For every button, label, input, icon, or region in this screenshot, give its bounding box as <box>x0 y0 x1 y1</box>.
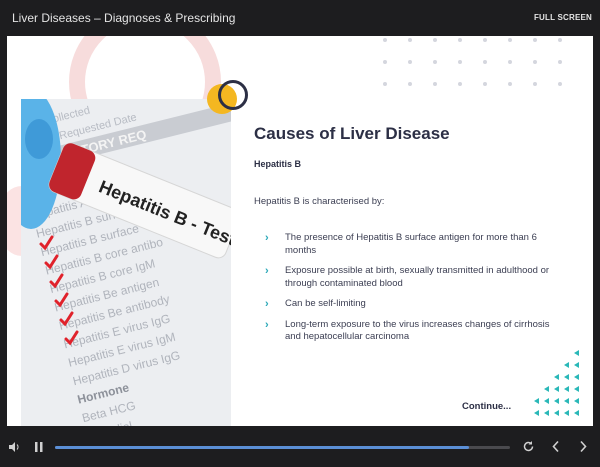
triangle-pattern-decoration <box>534 350 579 416</box>
decor-dot <box>558 82 562 86</box>
decor-triangle <box>574 374 579 380</box>
decor-triangle <box>564 410 569 416</box>
chevron-right-icon: › <box>265 265 269 277</box>
decor-dot <box>433 82 437 86</box>
decor-triangle <box>544 410 549 416</box>
decor-dot <box>533 82 537 86</box>
bullet-item: › Can be self-limiting <box>265 298 555 311</box>
chevron-right-icon: › <box>265 232 269 244</box>
slide: Collected Requested Date RATORY REQ Hepa… <box>7 36 593 426</box>
decor-dot <box>383 60 387 64</box>
decor-dot <box>483 38 487 42</box>
decor-triangle <box>544 386 549 392</box>
decor-dot <box>508 38 512 42</box>
volume-icon[interactable] <box>8 441 20 456</box>
bullet-text: Exposure possible at birth, sexually tra… <box>285 265 550 289</box>
decor-dot <box>508 82 512 86</box>
outline-circle-decoration <box>218 80 248 110</box>
decor-triangle <box>534 398 539 404</box>
slide-subtitle: Hepatitis B <box>254 159 302 169</box>
bullet-item: › Exposure possible at birth, sexually tr… <box>265 265 555 290</box>
decor-dot <box>558 38 562 42</box>
pause-icon[interactable] <box>34 441 44 456</box>
decor-triangle <box>564 398 569 404</box>
decor-dot <box>533 38 537 42</box>
decor-triangle <box>574 350 579 356</box>
dot-grid-decoration <box>383 38 562 86</box>
decor-triangle <box>554 410 559 416</box>
slide-intro: Hepatitis B is characterised by: <box>254 196 385 207</box>
decor-triangle <box>564 362 569 368</box>
progress-fill <box>55 446 470 449</box>
decor-dot <box>458 82 462 86</box>
decor-dot <box>508 60 512 64</box>
decor-triangle <box>574 398 579 404</box>
decor-dot <box>433 60 437 64</box>
top-bar: Liver Diseases – Diagnoses & Prescribing… <box>0 0 600 36</box>
decor-dot <box>433 38 437 42</box>
decor-triangle <box>574 362 579 368</box>
replay-icon[interactable] <box>522 440 535 456</box>
chevron-right-icon: › <box>265 298 269 310</box>
fullscreen-button[interactable]: FULL SCREEN <box>534 13 592 22</box>
decor-dot <box>458 38 462 42</box>
hepatitis-test-image: Collected Requested Date RATORY REQ Hepa… <box>21 99 231 426</box>
decor-triangle <box>544 398 549 404</box>
decor-triangle <box>564 386 569 392</box>
next-icon[interactable] <box>578 440 588 456</box>
course-title: Liver Diseases – Diagnoses & Prescribing <box>12 11 236 25</box>
progress-bar[interactable] <box>55 446 510 449</box>
decor-triangle <box>554 386 559 392</box>
decor-triangle <box>574 410 579 416</box>
decor-triangle <box>574 386 579 392</box>
bullet-text: Can be self-limiting <box>285 298 366 309</box>
decor-triangle <box>554 374 559 380</box>
decor-dot <box>408 82 412 86</box>
previous-icon[interactable] <box>551 440 561 456</box>
decor-dot <box>408 60 412 64</box>
bullet-text: The presence of Hepatitis B surface anti… <box>285 232 537 256</box>
bullet-item: › The presence of Hepatitis B surface ant… <box>265 232 555 257</box>
decor-triangle <box>554 398 559 404</box>
decor-dot <box>383 38 387 42</box>
bullet-text: Long-term exposure to the virus increase… <box>285 318 550 343</box>
bullet-item: › Long-term exposure to the virus increas… <box>265 319 555 344</box>
slide-title: Causes of Liver Disease <box>254 124 450 143</box>
decor-dot <box>483 60 487 64</box>
decor-dot <box>533 60 537 64</box>
decor-dot <box>383 82 387 86</box>
decor-dot <box>458 60 462 64</box>
player-controls <box>0 431 600 467</box>
decor-dot <box>408 38 412 42</box>
bullet-list: › The presence of Hepatitis B surface ant… <box>265 232 555 352</box>
decor-dot <box>483 82 487 86</box>
decor-triangle <box>564 374 569 380</box>
continue-button[interactable]: Continue... <box>462 401 511 412</box>
chevron-right-icon: › <box>265 318 269 331</box>
decor-triangle <box>534 410 539 416</box>
decor-dot <box>558 60 562 64</box>
